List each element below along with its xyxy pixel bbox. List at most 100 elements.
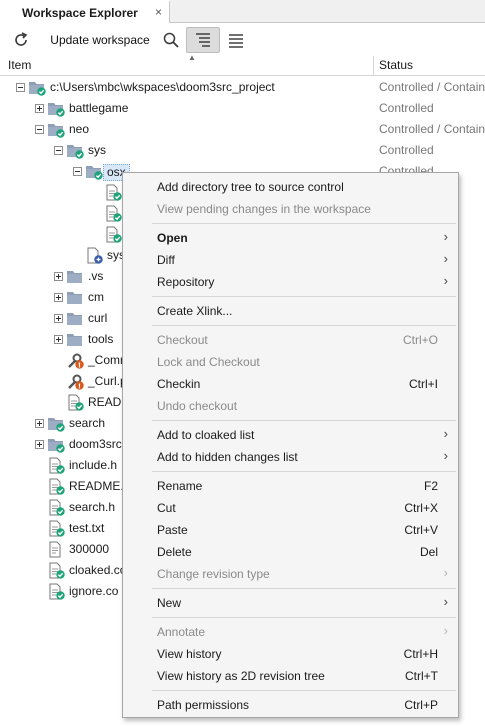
tree-row[interactable]: battlegame Controlled — [0, 98, 485, 119]
tree-item-label: doom3src — [69, 437, 122, 451]
refresh-button[interactable] — [10, 27, 32, 53]
tree-view-button[interactable] — [186, 27, 220, 53]
tree-item-label: c:\Users\mbc\wkspaces\doom3src_project — [50, 80, 275, 94]
chevron-right-icon: › — [443, 229, 448, 244]
wrench-icon: ! — [66, 373, 84, 390]
column-divider[interactable] — [373, 56, 374, 75]
menu-item-label: Rename — [157, 479, 203, 493]
controlled-file-icon — [104, 184, 122, 201]
tree-item-label: neo — [69, 122, 90, 136]
svg-text:!: ! — [78, 361, 81, 369]
menu-item-view-history[interactable]: View history Ctrl+H — [123, 643, 458, 665]
expand-icon[interactable] — [54, 335, 63, 344]
changed-file-icon — [85, 247, 103, 264]
menu-item-label: Path permissions — [157, 698, 250, 712]
menu-item-label: Cut — [157, 501, 176, 515]
menu-item-new[interactable]: New › — [123, 592, 458, 614]
svg-text:!: ! — [78, 382, 81, 390]
menu-item-shortcut: Ctrl+T — [405, 669, 438, 683]
menu-item-label: Repository — [157, 275, 215, 289]
column-status[interactable]: Status — [379, 58, 413, 72]
menu-separator — [152, 325, 456, 326]
tree-row[interactable]: sys Controlled — [0, 140, 485, 161]
file-icon — [47, 541, 65, 558]
context-menu: Add directory tree to source control View… — [122, 172, 459, 718]
flat-list-icon — [229, 34, 243, 48]
expand-icon[interactable] — [35, 440, 44, 449]
tree-item-label: include.h — [69, 458, 118, 472]
menu-item-add-to-hidden-changes-list[interactable]: Add to hidden changes list › — [123, 446, 458, 468]
menu-item-paste[interactable]: Paste Ctrl+V — [123, 519, 458, 541]
tree-item-label: 300000 — [69, 542, 110, 556]
tree-item-label: curl — [88, 311, 108, 325]
menu-separator — [152, 471, 456, 472]
tree-item-status: Controlled / Contained — [379, 122, 485, 136]
chevron-right-icon: › — [443, 448, 448, 463]
collapse-icon[interactable] — [16, 83, 25, 92]
expand-icon[interactable] — [54, 314, 63, 323]
tree-item-label: test.txt — [69, 521, 105, 535]
menu-item-cut[interactable]: Cut Ctrl+X — [123, 497, 458, 519]
menu-item-path-permissions[interactable]: Path permissions Ctrl+P — [123, 694, 458, 716]
menu-item-shortcut: Ctrl+P — [404, 698, 438, 712]
collapse-icon[interactable] — [54, 146, 63, 155]
tree-item-label: sys — [88, 143, 106, 157]
menu-item-label: Create Xlink... — [157, 304, 233, 318]
folder-icon — [66, 310, 84, 327]
controlled-folder-icon — [47, 121, 65, 138]
controlled-file-icon — [104, 205, 122, 222]
menu-item-shortcut: Ctrl+H — [403, 647, 438, 661]
tree-item-label: search.h — [69, 500, 116, 514]
close-icon[interactable]: × — [155, 5, 162, 19]
menu-item-diff[interactable]: Diff › — [123, 249, 458, 271]
column-header: ▲ Item Status — [0, 53, 485, 76]
tree-row[interactable]: neo Controlled / Contained — [0, 119, 485, 140]
menu-item-label: Checkin — [157, 377, 201, 391]
expand-icon[interactable] — [54, 272, 63, 281]
menu-item-add-to-cloaked-list[interactable]: Add to cloaked list › — [123, 424, 458, 446]
menu-item-rename[interactable]: Rename F2 — [123, 475, 458, 497]
sort-up-icon: ▲ — [188, 53, 196, 62]
chevron-right-icon: › — [443, 565, 448, 580]
update-workspace-button[interactable]: Update workspace — [48, 27, 152, 53]
tab-title: Workspace Explorer — [22, 5, 138, 20]
search-button[interactable] — [159, 27, 183, 53]
menu-separator — [152, 223, 456, 224]
menu-item-create-xlink[interactable]: Create Xlink... — [123, 300, 458, 322]
menu-item-shortcut: Ctrl+X — [404, 501, 438, 515]
controlled-file-icon — [47, 562, 65, 579]
menu-item-view-history-as-2d-revision-tree[interactable]: View history as 2D revision tree Ctrl+T — [123, 665, 458, 687]
controlled-folder-icon — [85, 163, 103, 180]
collapse-icon[interactable] — [35, 125, 44, 134]
menu-item-add-directory-tree-to-source-control[interactable]: Add directory tree to source control — [123, 176, 458, 198]
menu-item-label: Add to hidden changes list — [157, 450, 298, 464]
menu-item-open[interactable]: Open › — [123, 227, 458, 249]
chevron-right-icon: › — [443, 426, 448, 441]
menu-item-checkin[interactable]: Checkin Ctrl+I — [123, 373, 458, 395]
controlled-folder-icon — [28, 79, 46, 96]
tree-row[interactable]: c:\Users\mbc\wkspaces\doom3src_project Co… — [0, 77, 485, 98]
chevron-right-icon: › — [443, 594, 448, 609]
tab-workspace-explorer[interactable]: Workspace Explorer × — [0, 0, 170, 23]
expand-icon[interactable] — [35, 104, 44, 113]
chevron-right-icon: › — [443, 273, 448, 288]
menu-separator — [152, 617, 456, 618]
tree-item-label: cm — [88, 290, 104, 304]
collapse-icon[interactable] — [73, 167, 82, 176]
menu-item-shortcut: Del — [419, 545, 438, 559]
menu-item-label: Add to cloaked list — [157, 428, 255, 442]
menu-item-repository[interactable]: Repository › — [123, 271, 458, 293]
controlled-file-icon — [104, 226, 122, 243]
menu-item-delete[interactable]: Delete Del — [123, 541, 458, 563]
expand-icon[interactable] — [54, 293, 63, 302]
menu-item-shortcut: Ctrl+I — [408, 377, 438, 391]
tree-item-label: battlegame — [69, 101, 129, 115]
chevron-right-icon: › — [443, 251, 448, 266]
tree-item-status: Controlled — [379, 143, 434, 157]
tree-item-label: _Curl.p — [88, 374, 127, 388]
menu-separator — [152, 588, 456, 589]
expand-icon[interactable] — [35, 419, 44, 428]
folder-icon — [66, 268, 84, 285]
flat-view-button[interactable] — [224, 27, 248, 53]
column-item[interactable]: Item — [8, 58, 31, 72]
